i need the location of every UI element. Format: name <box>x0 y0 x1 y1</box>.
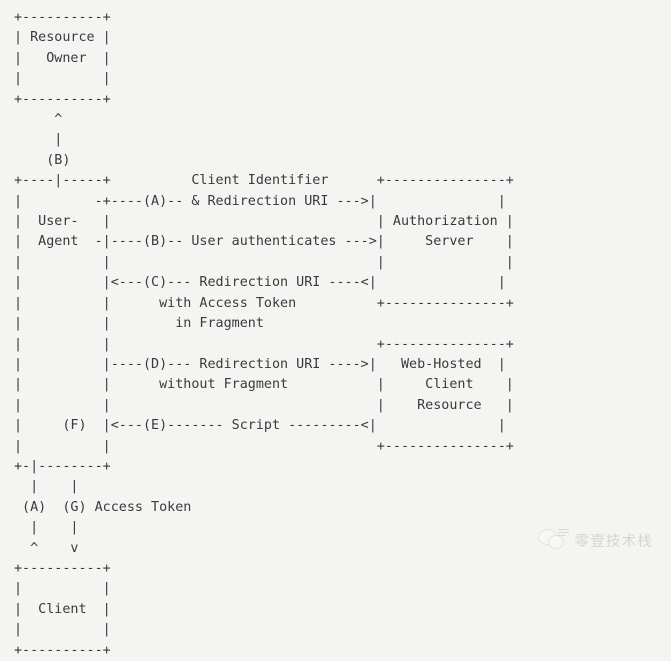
oauth-implicit-flow-ascii-diagram: +----------+ | Resource | | Owner | | | … <box>14 10 514 658</box>
lines-mark-icon <box>557 528 569 539</box>
watermark-label: 零壹技术栈 <box>574 533 653 550</box>
watermark: 零壹技术栈 <box>537 527 654 553</box>
bubble-large-icon <box>537 529 557 545</box>
bubble-small-icon <box>547 535 564 549</box>
wechat-bubbles-icon <box>537 527 569 553</box>
